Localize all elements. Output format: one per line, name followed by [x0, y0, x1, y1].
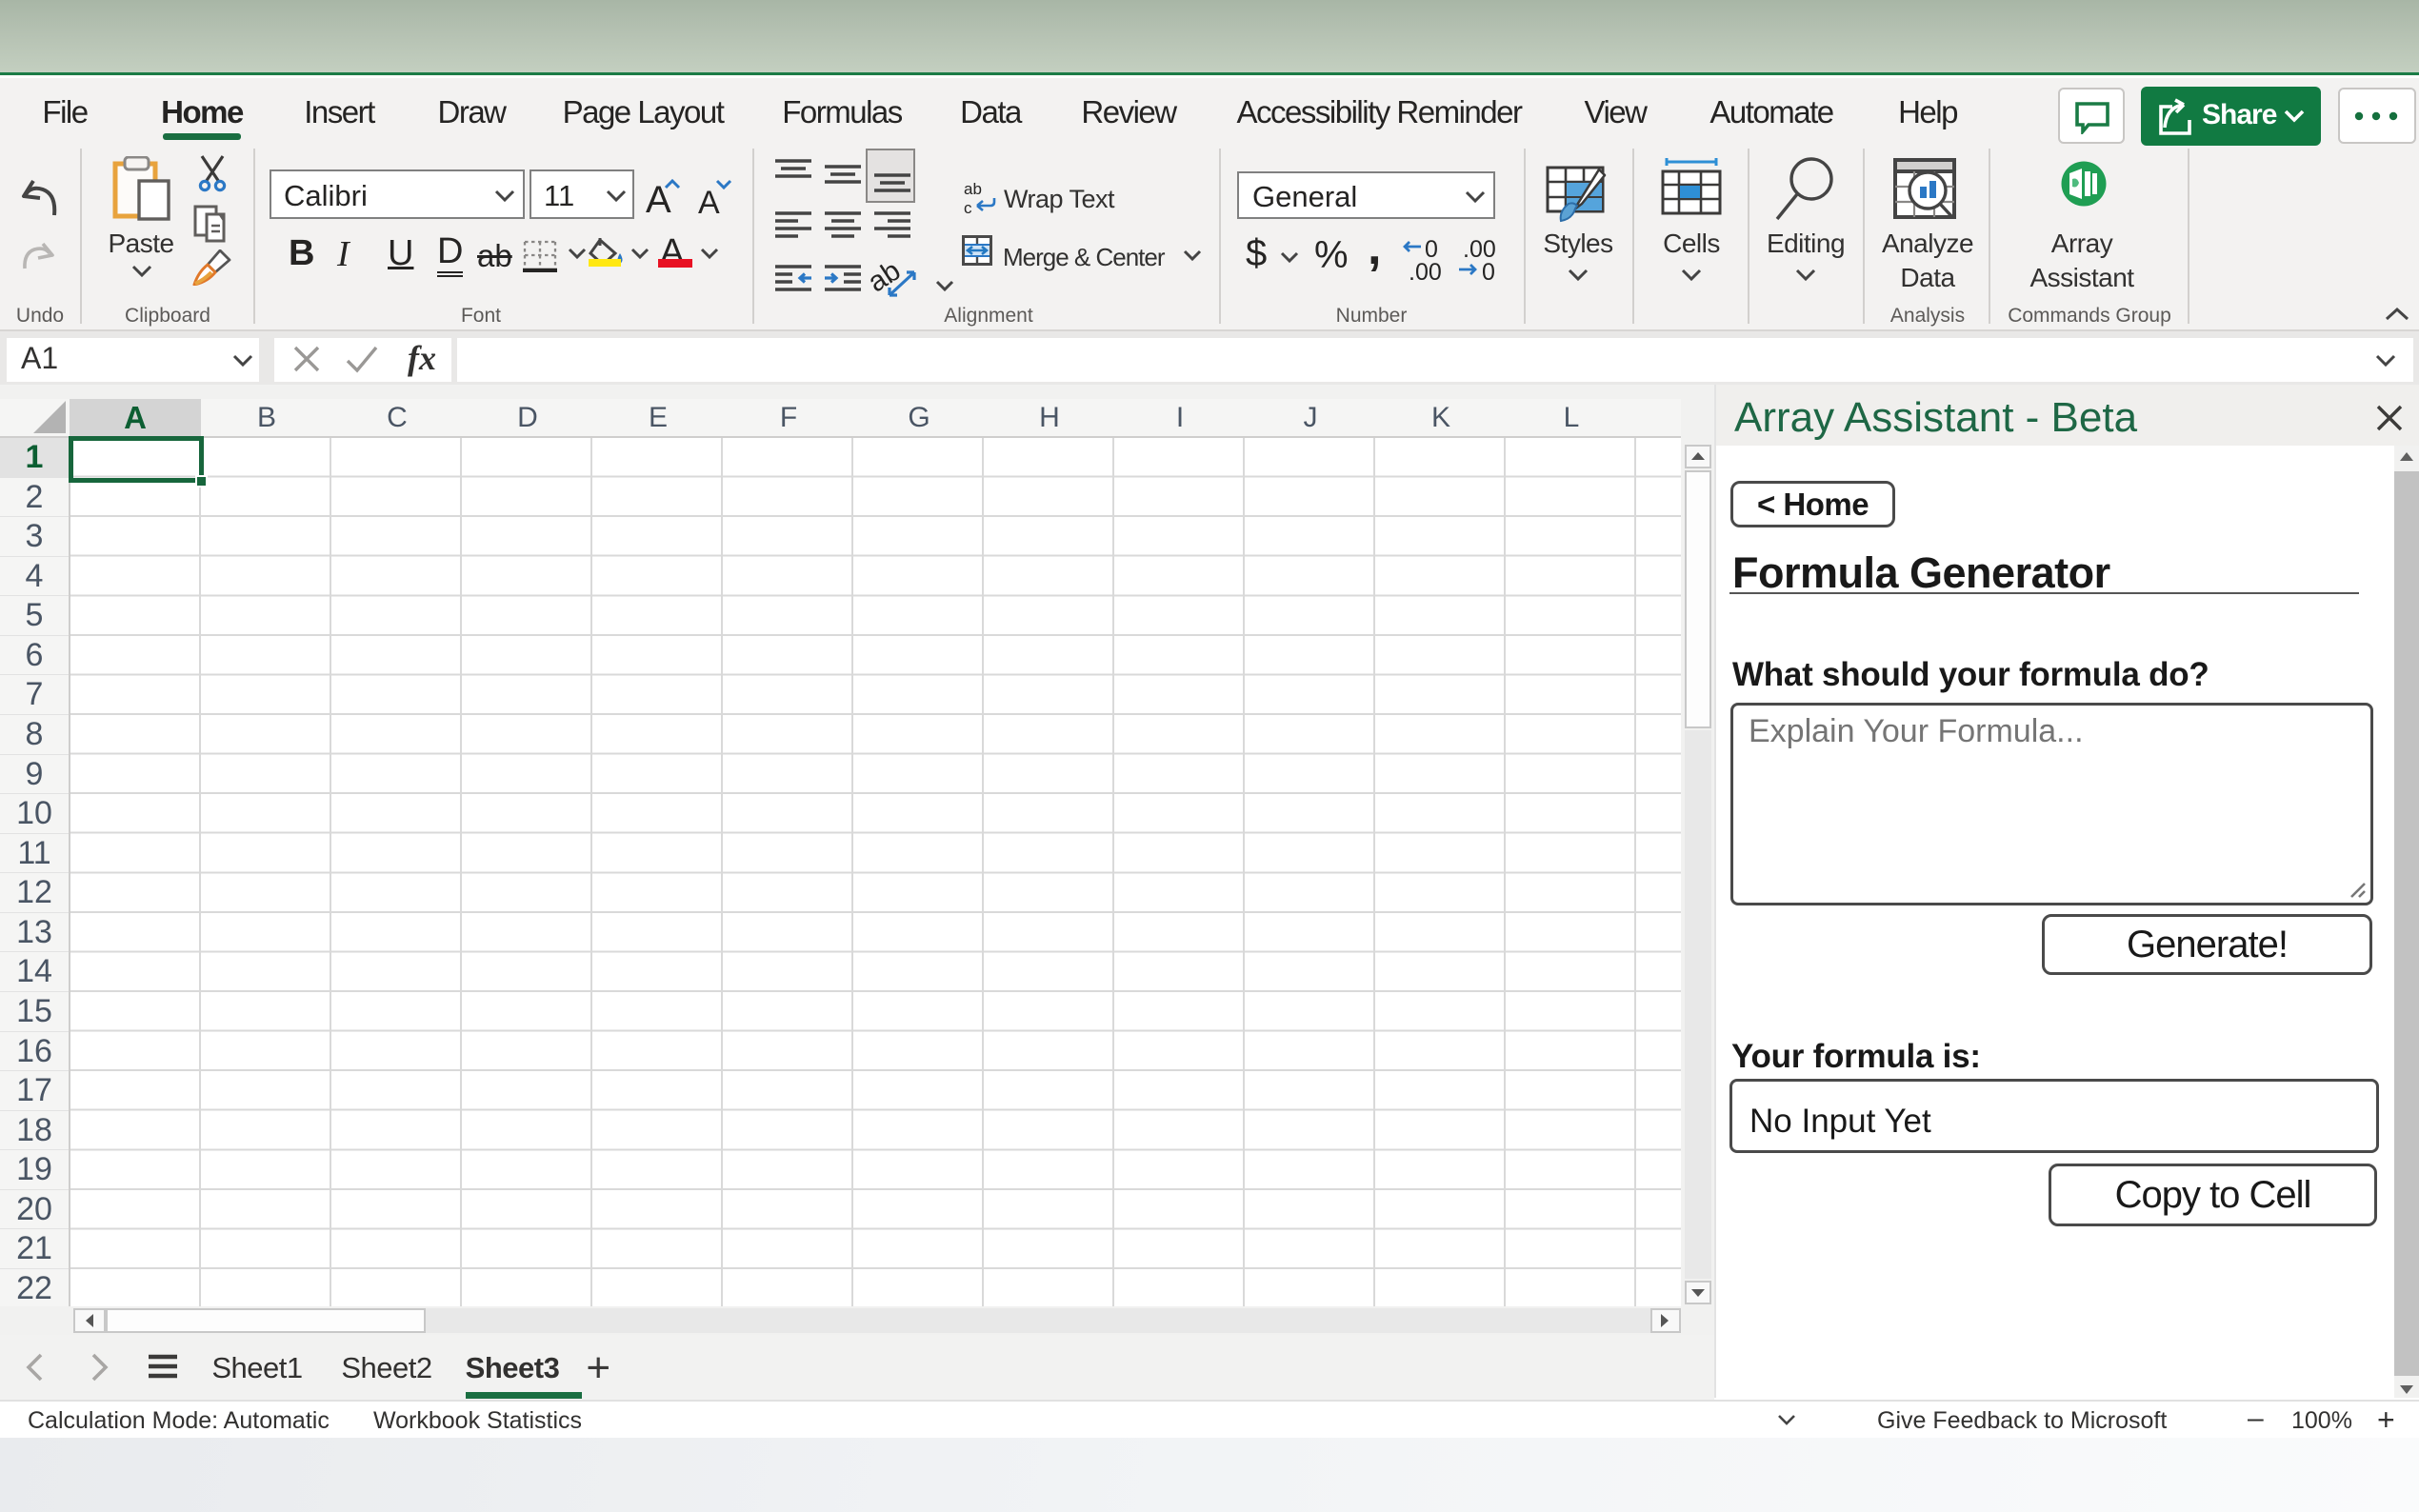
svg-text:c: c: [964, 199, 972, 217]
svg-text:ab: ab: [964, 181, 982, 198]
